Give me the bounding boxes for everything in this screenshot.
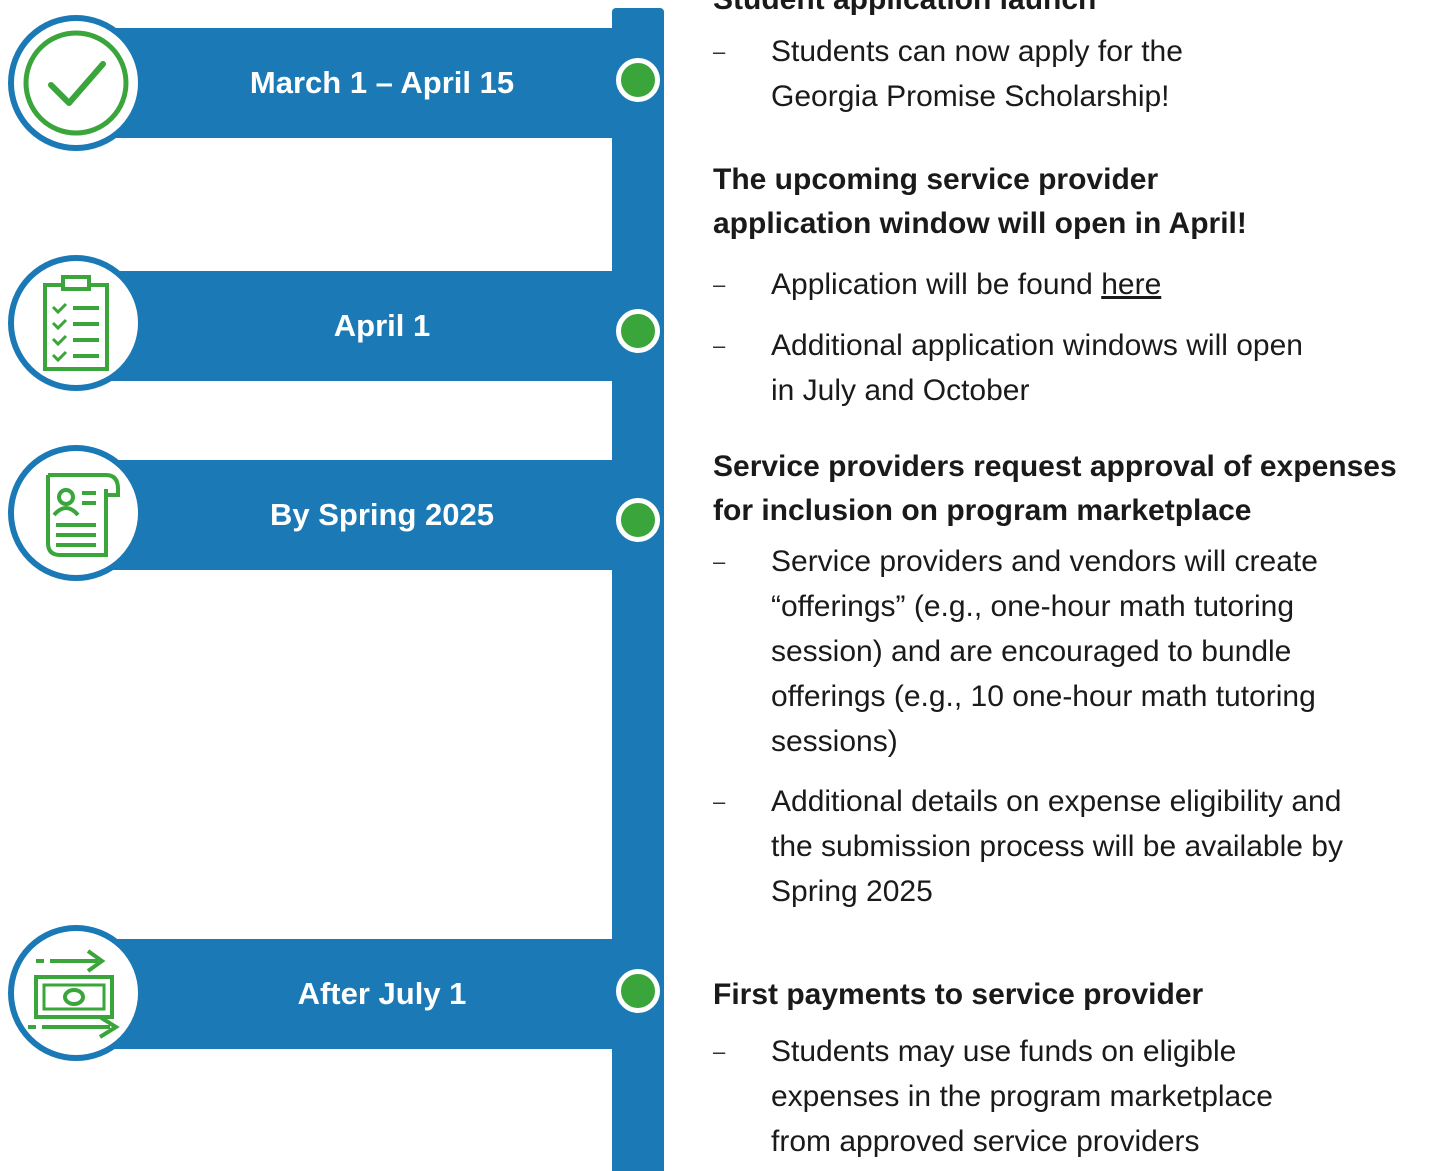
timeline-dot [616,58,660,102]
milestone-banner-july: After July 1 [60,939,664,1049]
timeline-dot [616,498,660,542]
milestone-banner-march: March 1 – April 15 [60,28,664,138]
milestone-banner-spring: By Spring 2025 [60,460,664,570]
section-heading-first-payments: First payments to service provider [713,978,1204,1011]
bullet-line: sessions) [771,725,898,758]
bullet-line: Students can now apply for the [771,35,1183,68]
bullet-line: in July and October [771,374,1030,407]
milestone-date: After July 1 [297,976,467,1011]
bullet-marker: – [713,789,726,814]
milestone-icon-circle [8,925,144,1061]
bullet-students-funds: – Students may use funds on eligible exp… [713,1029,1433,1164]
bullet-line: Additional details on expense eligibilit… [771,785,1342,818]
bullet-line: “offerings” (e.g., one-hour math tutorin… [771,590,1295,623]
milestone-icon-circle [8,255,144,391]
bullet-line: Service providers and vendors will creat… [771,545,1318,578]
bullet-line: Spring 2025 [771,875,933,908]
bullet-line: from approved service providers [771,1125,1200,1158]
bullet-line: the submission process will be available… [771,830,1343,863]
section-heading-provider-window: The upcoming service provider applicatio… [713,158,1247,246]
bullet-student-apply: – Students can now apply for the Georgia… [713,29,1433,119]
document-scroll-icon [46,473,120,557]
application-here-link[interactable]: here [1101,268,1161,301]
timeline-dot [616,969,660,1013]
milestone-banner-april: April 1 [60,271,664,381]
milestone-date: By Spring 2025 [270,497,494,532]
bullet-line: Students may use funds on eligible [771,1035,1237,1068]
bullet-marker: – [713,549,726,574]
milestone-icon-circle [8,15,144,151]
heading-line: for inclusion on program marketplace [713,494,1252,527]
bullet-application-found: – Application will be found here [713,262,1433,307]
bullet-marker: – [713,272,726,297]
bullet-offerings: – Service providers and vendors will cre… [713,539,1433,764]
check-circle-icon [23,30,129,136]
bullet-additional-windows: – Additional application windows will op… [713,323,1433,413]
heading-line: Service providers request approval of ex… [713,450,1397,483]
heading-line: application window will open in April! [713,207,1247,240]
heading-line: The upcoming service provider [713,163,1159,196]
bullet-line: expenses in the program marketplace [771,1080,1273,1113]
bullet-line: session) and are encouraged to bundle [771,635,1292,668]
bullet-marker: – [713,39,726,64]
bullet-text: Application will be found [771,268,1102,301]
bullet-line: Additional application windows will open [771,329,1303,362]
clipboard-checklist-icon [43,275,109,371]
bullet-line: Georgia Promise Scholarship! [771,80,1170,113]
section-heading-student-launch: Student application launch [713,0,1096,22]
milestone-date: March 1 – April 15 [249,65,515,100]
milestone-date: April 1 [333,308,431,343]
milestone-icon-circle [8,445,144,581]
bullet-marker: – [713,333,726,358]
bullet-expense-eligibility: – Additional details on expense eligibil… [713,779,1433,914]
bullet-marker: – [713,1039,726,1064]
timeline-dot [616,309,660,353]
bullet-line: offerings (e.g., 10 one-hour math tutori… [771,680,1316,713]
money-transfer-icon [28,949,120,1039]
section-heading-expense-approval: Service providers request approval of ex… [713,445,1397,533]
